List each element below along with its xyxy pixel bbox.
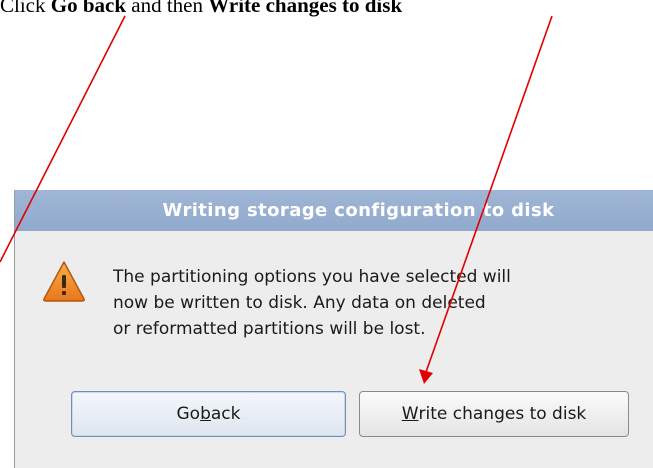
go-back-label-end: ack bbox=[210, 404, 241, 424]
dialog-message: The partitioning options you have select… bbox=[113, 264, 633, 342]
go-back-button[interactable]: Go b ack bbox=[71, 391, 346, 437]
message-line: The partitioning options you have select… bbox=[113, 267, 511, 287]
message-line: now be written to disk. Any data on dele… bbox=[113, 293, 486, 313]
go-back-mnemonic: b bbox=[200, 404, 211, 424]
write-changes-label-end: rite changes to disk bbox=[418, 404, 587, 424]
caption-go-back: Go back bbox=[50, 0, 127, 17]
instruction-caption: Click Go back and then Write changes to … bbox=[0, 0, 653, 17]
message-line: or reformatted partitions will be lost. bbox=[113, 319, 426, 339]
caption-write-changes: Write changes to disk bbox=[208, 0, 403, 17]
caption-prefix: Click bbox=[0, 0, 46, 17]
caption-connector: and then bbox=[131, 0, 203, 17]
dialog-title: Writing storage configuration to disk bbox=[162, 200, 555, 221]
go-back-label-start: Go bbox=[176, 404, 201, 424]
write-changes-mnemonic: W bbox=[401, 404, 419, 424]
warning-icon bbox=[43, 261, 85, 302]
write-changes-button[interactable]: Write changes to disk bbox=[359, 391, 629, 437]
storage-write-dialog: Writing storage configuration to disk Th… bbox=[14, 190, 653, 468]
dialog-titlebar: Writing storage configuration to disk bbox=[15, 190, 653, 231]
